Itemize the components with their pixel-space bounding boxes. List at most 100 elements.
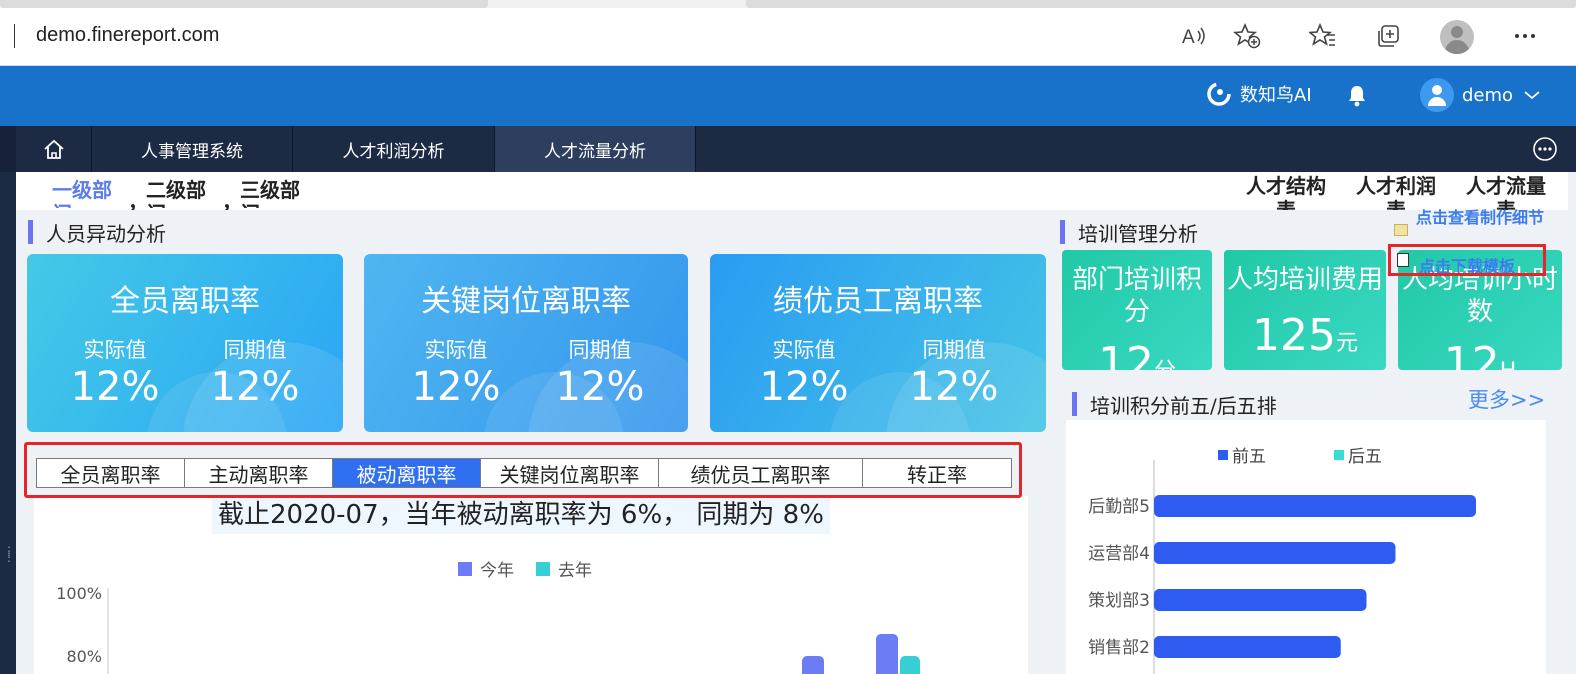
tab-top-performer-attrition[interactable]: 绩优员工离职率 [659, 459, 863, 487]
level-separator: ， [128, 190, 148, 210]
kpi-actual-value: 12% [70, 364, 160, 410]
ai-bird-icon [1207, 82, 1231, 106]
training-card[interactable]: 人均培训费用 125元 [1224, 250, 1386, 370]
rate-tabs: 全员离职率 主动离职率 被动离职率 关键岗位离职率 绩优员工离职率 转正率 [36, 458, 1012, 488]
ai-assistant-button[interactable]: 数知鸟AI [1206, 81, 1312, 107]
link-talent-flow[interactable]: 人才流量表 [1460, 174, 1552, 210]
y-tick-label: 80% [66, 647, 102, 666]
ai-label: 数知鸟AI [1240, 85, 1312, 106]
kpi-prior-label: 同期值 [568, 338, 632, 362]
training-title: 培训管理分析 [1060, 218, 1198, 247]
read-aloud-icon[interactable]: A [1178, 20, 1212, 52]
kpi-title: 全员离职率 [110, 284, 260, 319]
home-icon [43, 139, 64, 159]
document-icon [1397, 253, 1409, 267]
text-caret [14, 24, 15, 48]
training-card[interactable]: 部门培训积分 12分 [1062, 250, 1212, 370]
nav-bar: 人事管理系统 人才利润分析 人才流量分析 [0, 126, 1576, 172]
kpi-prior-label: 同期值 [922, 338, 986, 362]
svg-text:A: A [1182, 27, 1195, 47]
attrition-chart-legend: 今年 去年 [458, 556, 614, 581]
filter-strip: 一级部门 ， 二级部门 ， 三级部门 人才结构表 人才利润表 人才流量表 [16, 172, 1568, 210]
left-gutter: ⋮ ⋮ [0, 172, 16, 674]
link-talent-structure[interactable]: 人才结构表 [1240, 174, 1332, 210]
bell-icon[interactable] [1346, 83, 1368, 111]
more-options-icon[interactable] [1532, 136, 1558, 162]
kpi-prior-value: 12% [909, 364, 999, 410]
category-label: 后勤部5 [1088, 497, 1150, 517]
legend-item[interactable]: 去年 [536, 556, 592, 581]
more-link[interactable]: 更多>> [1468, 384, 1545, 414]
download-template-link[interactable]: 点击下载模板 [1419, 253, 1515, 273]
training-card-value: 12H [1443, 338, 1517, 371]
bar[interactable] [802, 656, 824, 674]
level-link-1[interactable]: 一级部门 [52, 178, 122, 208]
kpi-actual-label: 实际值 [83, 338, 147, 362]
category-label: 运营部4 [1088, 544, 1150, 564]
level-link-2[interactable]: 二级部门 [146, 178, 216, 208]
kpi-title: 关键岗位离职率 [421, 284, 631, 319]
tab-key-position-attrition[interactable]: 关键岗位离职率 [481, 459, 659, 487]
bar[interactable] [1154, 495, 1476, 517]
kpi-card[interactable]: 绩优员工离职率 实际值 同期值 12% 12% [710, 254, 1046, 432]
kpi-actual-value: 12% [759, 364, 849, 410]
user-avatar [1420, 78, 1454, 112]
kpi-actual-label: 实际值 [772, 338, 836, 362]
tab-regularization-rate[interactable]: 转正率 [863, 459, 1011, 487]
tab-voluntary-attrition[interactable]: 主动离职率 [185, 459, 333, 487]
user-menu[interactable]: demo [1420, 78, 1541, 112]
kpi-card[interactable]: 关键岗位离职率 实际值 同期值 12% 12% [364, 254, 688, 432]
y-tick-label: 100% [56, 584, 102, 603]
bar[interactable] [876, 633, 898, 674]
nav-tab-talent-profit[interactable]: 人才利润分析 [293, 126, 495, 172]
app-header: 数知鸟AI demo [0, 66, 1576, 126]
nav-tab-talent-flow[interactable]: 人才流量分析 [495, 126, 696, 172]
legend-item[interactable]: 前五 [1218, 442, 1266, 467]
add-favorite-icon[interactable] [1230, 20, 1264, 52]
training-card-title: 人均培训费用 [1226, 265, 1383, 295]
legend-item[interactable]: 今年 [458, 556, 514, 581]
tab-all-attrition[interactable]: 全员离职率 [37, 459, 185, 487]
browser-menu-icon[interactable] [1508, 20, 1542, 52]
browser-tab[interactable] [746, 0, 1576, 8]
kpi-actual-value: 12% [411, 364, 501, 410]
view-details-link[interactable]: 点击查看制作细节 [1416, 208, 1546, 244]
tab-strip [0, 0, 1576, 8]
link-talent-profit[interactable]: 人才利润表 [1350, 174, 1442, 210]
kpi-prior-label: 同期值 [223, 338, 287, 362]
browser-tab[interactable] [0, 0, 488, 8]
kpi-prior-value: 12% [555, 364, 645, 410]
user-name: demo [1462, 84, 1514, 106]
browser-profile-avatar[interactable] [1440, 20, 1474, 54]
level-link-3[interactable]: 三级部门 [240, 178, 310, 208]
training-card-title: 部门培训积分 [1071, 265, 1202, 327]
nav-tab-hr-system[interactable]: 人事管理系统 [92, 126, 293, 172]
book-icon [1394, 224, 1408, 236]
kpi-title: 绩优员工离职率 [773, 284, 983, 319]
bar[interactable] [1154, 542, 1396, 564]
collections-icon[interactable] [1372, 20, 1406, 52]
tab-passive-attrition[interactable]: 被动离职率 [333, 459, 481, 487]
download-template-highlight[interactable]: 点击下载模板 [1388, 244, 1546, 276]
url-text[interactable]: demo.finereport.com [36, 24, 219, 47]
category-label: 策划部3 [1088, 591, 1150, 611]
legend-item[interactable]: 后五 [1334, 442, 1382, 467]
bar[interactable] [900, 656, 920, 674]
category-label: 销售部2 [1088, 638, 1150, 658]
favorites-icon[interactable] [1306, 20, 1340, 52]
kpi-card[interactable]: 全员离职率 实际值 同期值 12% 12% [27, 254, 343, 432]
attrition-title: 人员异动分析 [28, 218, 166, 247]
kpi-prior-value: 12% [210, 364, 300, 410]
attrition-summary: 截止2020-07，当年被动离职率为 6%， 同期为 8% [212, 498, 830, 534]
kpi-actual-label: 实际值 [424, 338, 488, 362]
home-button[interactable] [16, 126, 92, 172]
training-ranking-title: 培训积分前五/后五排 [1072, 390, 1277, 419]
chevron-down-icon [1524, 91, 1540, 100]
bar[interactable] [1154, 636, 1341, 658]
drag-handle-icon[interactable]: ⋮ ⋮ [3, 545, 15, 572]
ranking-chart-legend: 前五 后五 [1218, 442, 1450, 467]
bar[interactable] [1154, 589, 1367, 611]
address-bar[interactable]: demo.finereport.com A [0, 8, 1576, 64]
browser-chrome: demo.finereport.com A [0, 0, 1576, 66]
training-card-value: 125元 [1252, 310, 1358, 361]
